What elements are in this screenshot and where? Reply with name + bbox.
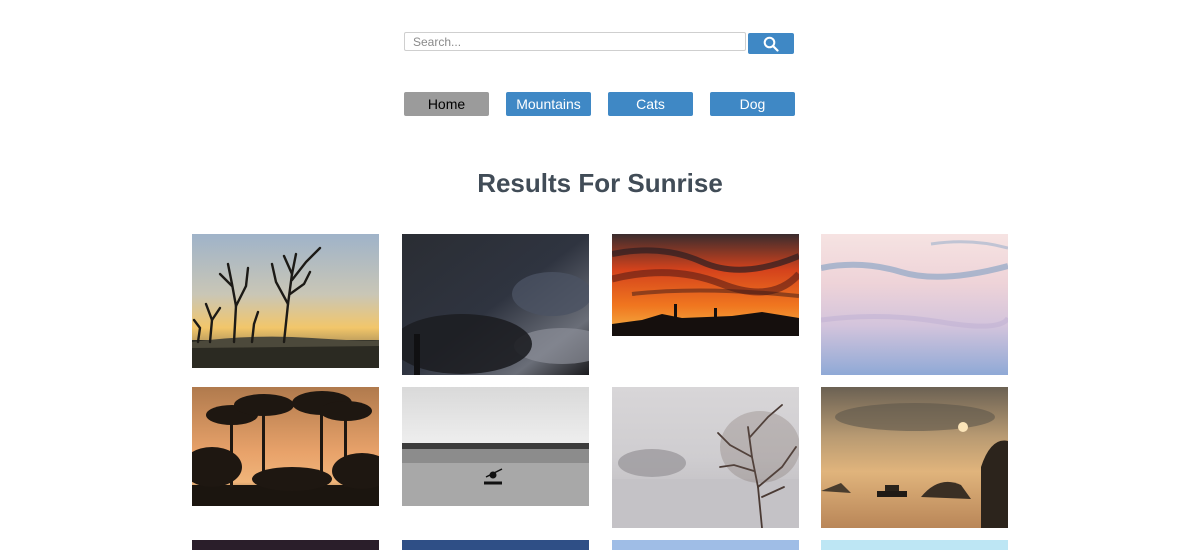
nav-home-button[interactable]: Home [404,92,489,116]
nav-cats-button[interactable]: Cats [608,92,693,116]
search-input[interactable] [404,32,746,51]
image-kayak-lake-bw[interactable] [402,387,589,506]
image-partial-dark-purple[interactable] [192,540,379,550]
nav-mountains-button[interactable]: Mountains [506,92,591,116]
category-nav: Home Mountains Cats Dog [404,92,796,116]
image-partial-sky-blue[interactable] [821,540,1008,550]
image-dark-clouds[interactable] [402,234,589,375]
page: Home Mountains Cats Dog Results For Sunr… [0,0,1200,550]
search-icon [763,36,779,52]
search-button[interactable] [748,33,794,54]
image-red-desert-sunset[interactable] [612,234,799,336]
image-dead-trees-sunset[interactable] [192,234,379,368]
image-palm-trees-sunset[interactable] [192,387,379,506]
image-bay-boat-sunrise[interactable] [821,387,1008,528]
results-title: Results For Sunrise [477,168,723,198]
image-partial-dark-blue[interactable] [402,540,589,550]
image-partial-light-blue[interactable] [612,540,799,550]
image-misty-tree-lake[interactable] [612,387,799,528]
search-bar [404,32,794,54]
nav-dog-button[interactable]: Dog [710,92,795,116]
image-pastel-sky[interactable] [821,234,1008,375]
